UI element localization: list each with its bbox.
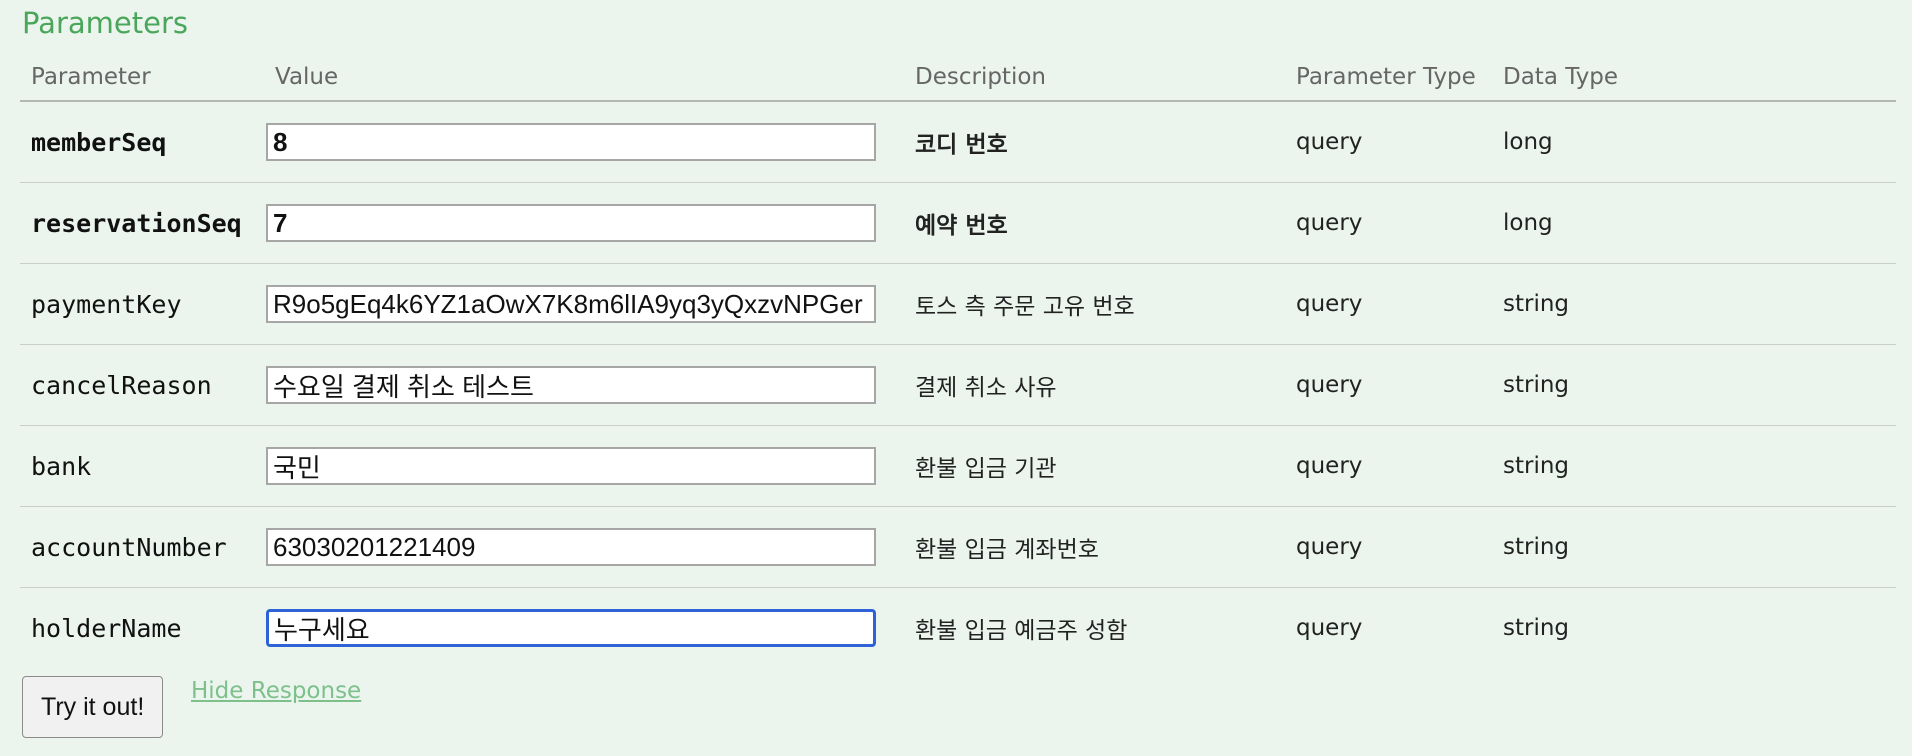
try-it-out-button[interactable]: Try it out! xyxy=(22,676,164,738)
param-description: 코디 번호 xyxy=(904,101,1285,183)
column-header-description: Description xyxy=(904,54,1285,102)
param-description: 환불 입금 기관 xyxy=(904,425,1285,507)
payment-key-input[interactable] xyxy=(266,285,876,323)
param-name: accountNumber xyxy=(20,506,264,588)
column-header-parameter: Parameter xyxy=(20,54,264,102)
table-row: paymentKey 토스 측 주문 고유 번호 query string xyxy=(20,263,1896,345)
table-row: accountNumber 환불 입금 계좌번호 query string xyxy=(20,506,1896,588)
param-name: paymentKey xyxy=(20,263,264,345)
param-name: holderName xyxy=(31,613,182,643)
param-description: 예약 번호 xyxy=(904,182,1285,264)
column-header-parameter-type: Parameter Type xyxy=(1285,54,1492,102)
table-row: bank 환불 입금 기관 query string xyxy=(20,425,1896,507)
cancel-reason-input[interactable] xyxy=(266,366,876,404)
param-name: memberSeq xyxy=(20,101,264,183)
bank-input[interactable] xyxy=(266,447,876,485)
data-type: long xyxy=(1492,101,1896,183)
param-type: query xyxy=(1285,263,1492,345)
param-type: query xyxy=(1285,344,1492,426)
actions-bar: Try it out! Hide Response xyxy=(22,676,361,738)
data-type: string xyxy=(1503,615,1570,641)
column-header-data-type: Data Type xyxy=(1492,54,1896,102)
column-header-value: Value xyxy=(264,54,904,102)
param-type: query xyxy=(1285,101,1492,183)
member-seq-input[interactable] xyxy=(266,123,876,161)
account-number-input[interactable] xyxy=(266,528,876,566)
data-type: string xyxy=(1492,425,1896,507)
reservation-seq-input[interactable] xyxy=(266,204,876,242)
param-type: query xyxy=(1296,615,1363,641)
param-name: reservationSeq xyxy=(20,182,264,264)
param-type: query xyxy=(1285,425,1492,507)
table-row: cancelReason 결제 취소 사유 query string xyxy=(20,344,1896,426)
section-title: Parameters xyxy=(22,6,188,40)
hide-response-link[interactable]: Hide Response xyxy=(191,678,361,704)
param-description: 환불 입금 계좌번호 xyxy=(904,506,1285,588)
table-header-row: Parameter Value Description Parameter Ty… xyxy=(20,54,1896,102)
table-row: holderName 환불 입금 예금주 성함 query string xyxy=(20,588,1896,669)
data-type: long xyxy=(1492,182,1896,264)
parameters-table: Parameter Value Description Parameter Ty… xyxy=(20,54,1896,668)
param-type: query xyxy=(1285,182,1492,264)
data-type: string xyxy=(1492,506,1896,588)
data-type: string xyxy=(1492,344,1896,426)
table-row: reservationSeq 예약 번호 query long xyxy=(20,182,1896,264)
table-row: memberSeq 코디 번호 query long xyxy=(20,101,1896,183)
parameters-panel: Parameters Parameter Value Description P… xyxy=(0,0,1912,756)
param-description: 결제 취소 사유 xyxy=(904,344,1285,426)
holder-name-input[interactable] xyxy=(266,609,876,647)
param-name: cancelReason xyxy=(20,344,264,426)
data-type: string xyxy=(1492,263,1896,345)
param-name: bank xyxy=(20,425,264,507)
param-description: 토스 측 주문 고유 번호 xyxy=(904,263,1285,345)
param-description: 환불 입금 예금주 성함 xyxy=(915,618,1128,644)
param-type: query xyxy=(1285,506,1492,588)
